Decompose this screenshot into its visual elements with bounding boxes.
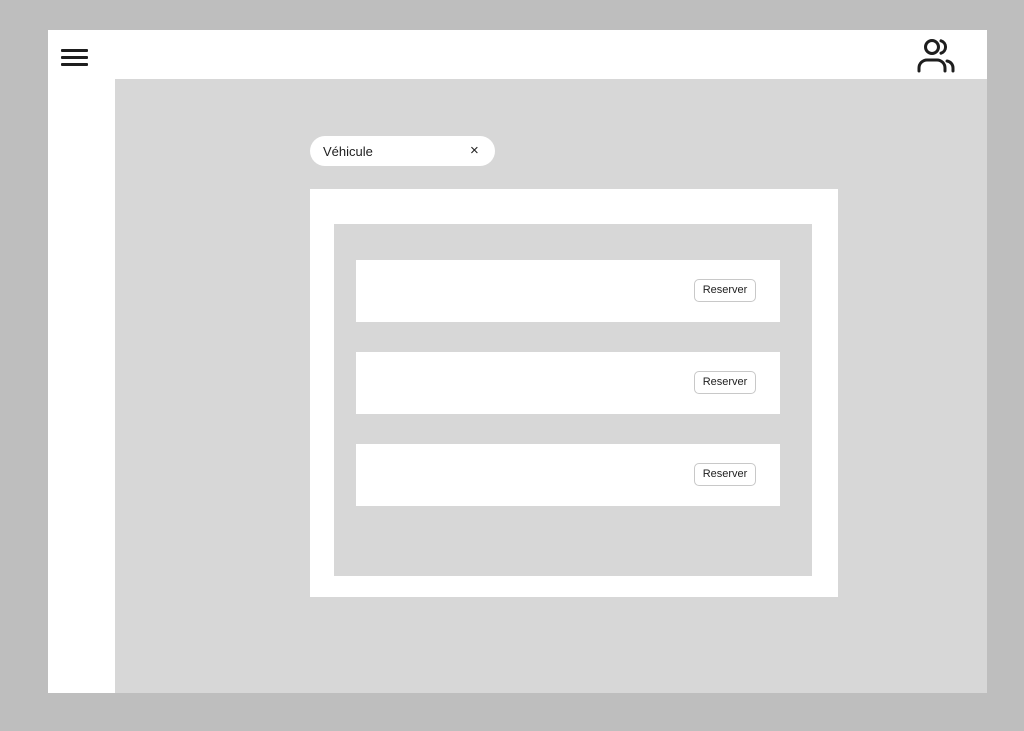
list-item: Reserver — [356, 444, 780, 506]
results-panel: Reserver Reserver Reserver — [310, 189, 838, 597]
sidebar — [48, 79, 115, 693]
reserve-button[interactable]: Reserver — [694, 463, 756, 486]
main-content: Véhicule × Reserver Reserver Reserver — [115, 79, 987, 693]
filter-chip[interactable]: Véhicule × — [310, 136, 495, 166]
filter-chip-label: Véhicule — [323, 144, 373, 159]
results-list: Reserver Reserver Reserver — [334, 224, 812, 576]
users-icon[interactable] — [914, 36, 958, 74]
top-bar — [48, 30, 987, 79]
reserve-button[interactable]: Reserver — [694, 371, 756, 394]
hamburger-menu-icon[interactable] — [61, 49, 89, 69]
close-icon[interactable]: × — [470, 142, 479, 160]
list-item: Reserver — [356, 352, 780, 414]
app-window: Véhicule × Reserver Reserver Reserver — [48, 30, 987, 693]
reserve-button[interactable]: Reserver — [694, 279, 756, 302]
list-item: Reserver — [356, 260, 780, 322]
